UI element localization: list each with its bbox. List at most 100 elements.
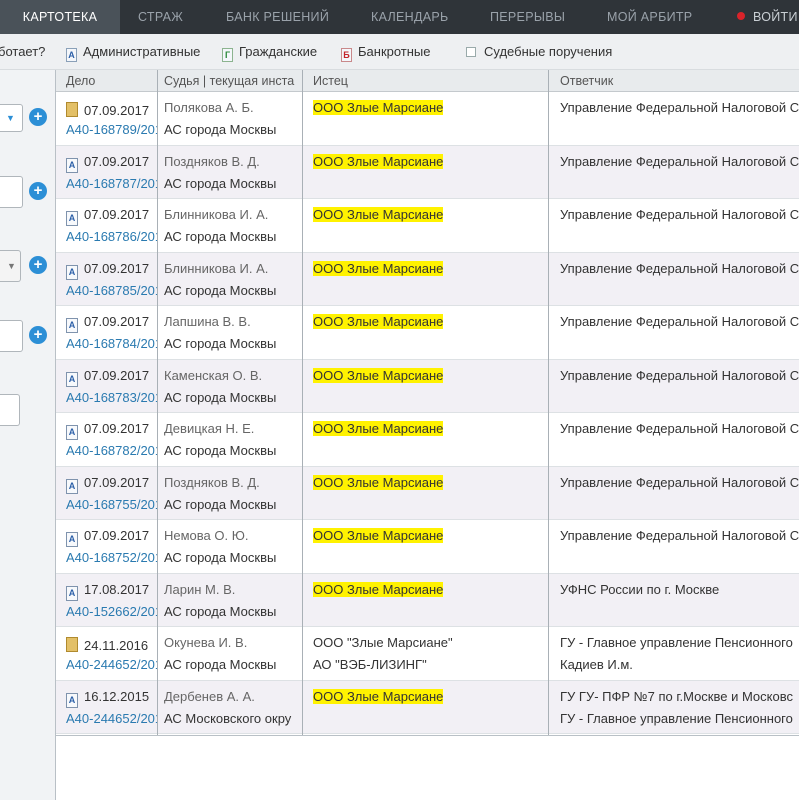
case-cell: 07.09.2017 А40-168789/201 [66, 92, 157, 145]
case-number-link[interactable]: А40-168787/201 [66, 176, 157, 191]
nav-bank-resheniy[interactable]: БАНК РЕШЕНИЙ [226, 0, 329, 34]
case-number-link[interactable]: А40-244652/201 [66, 657, 157, 672]
defendant-name[interactable]: Управление Федеральной Налоговой С [560, 314, 799, 329]
add-case-number-button[interactable]: + [29, 326, 47, 344]
defendant-name[interactable]: Кадиев И.м. [560, 657, 633, 672]
case-number-link[interactable]: А40-168755/201 [66, 497, 157, 512]
table-row[interactable]: А 07.09.2017 А40-168752/201 Немова О. Ю. АС … [56, 520, 799, 574]
filter-bankrupt-label: Банкротные [358, 44, 431, 59]
case-cell: А 07.09.2017 А40-168786/201 [66, 199, 157, 252]
defendant-name[interactable]: Управление Федеральной Налоговой С [560, 421, 799, 436]
plaintiff-name[interactable]: ООО Злые Марсиане [313, 528, 444, 543]
case-number-link[interactable]: А40-152662/201 [66, 604, 157, 619]
how-it-works-link[interactable]: ботает? [0, 34, 45, 70]
judge-name: Дербенев А. А. [164, 688, 255, 704]
column-header-defendant[interactable]: Ответчик [560, 70, 790, 92]
case-number-link[interactable]: А40-168782/201 [66, 443, 157, 458]
plaintiff-name[interactable]: АО "ВЭБ-ЛИЗИНГ" [313, 657, 427, 672]
case-number-link[interactable]: А40-168785/201 [66, 283, 157, 298]
case-number-link[interactable]: А40-168789/201 [66, 122, 157, 137]
plaintiff-name[interactable]: ООО Злые Марсиане [313, 581, 444, 597]
defendant-name[interactable]: ГУ - Главное управление Пенсионного [560, 635, 793, 650]
case-number-link[interactable]: А40-168783/201 [66, 390, 157, 405]
defendant-name[interactable]: Управление Федеральной Налоговой С [560, 475, 799, 490]
date-input[interactable] [0, 394, 20, 426]
nav-moy-arbitr[interactable]: МОЙ АРБИТР [607, 0, 692, 34]
judge-name: Лапшина В. В. [164, 314, 251, 329]
column-header-case[interactable]: Дело [66, 70, 156, 92]
court-name: АС города Москвы [164, 603, 277, 619]
defendant-name[interactable]: ГУ ГУ- ПФР №7 по г.Москве и Московс [560, 689, 793, 704]
judge-input[interactable] [0, 176, 23, 208]
filter-civil[interactable]: Г Гражданские [222, 34, 317, 70]
nav-kartoteka[interactable]: КАРТОТЕКА [0, 0, 120, 34]
defendant-name[interactable]: Управление Федеральной Налоговой С [560, 368, 799, 383]
table-row[interactable]: А 07.09.2017 А40-168784/201 Лапшина В. В. АС… [56, 306, 799, 360]
case-number-link[interactable]: А40-168752/201 [66, 550, 157, 565]
table-row[interactable]: 07.09.2017 А40-168789/201 Полякова А. Б. АС… [56, 92, 799, 146]
nav-strazh[interactable]: СТРАЖ [138, 0, 183, 34]
plaintiff-name[interactable]: ООО "Злые Марсиане" [313, 635, 453, 650]
case-number-link[interactable]: А40-168786/201 [66, 229, 157, 244]
judge-name: Ларин М. В. [164, 581, 236, 597]
defendant-name[interactable]: УФНС России по г. Москве [560, 582, 719, 597]
case-cell: А 07.09.2017 А40-168752/201 [66, 520, 157, 573]
defendant-cell: Управление Федеральной Налоговой С [560, 146, 799, 199]
court-orders-checkbox[interactable] [466, 47, 476, 57]
nav-pereryvy[interactable]: ПЕРЕРЫВЫ [490, 0, 565, 34]
case-number-link[interactable]: А40-244652/201 [66, 711, 157, 726]
nav-kalendar[interactable]: КАЛЕНДАРЬ [371, 0, 449, 34]
case-number-input[interactable] [0, 320, 23, 352]
login-button[interactable]: ВОЙТИ [753, 0, 798, 34]
judge-cell: Каменская О. В. АС города Москвы [164, 360, 302, 413]
column-header-judge[interactable]: Судья | текущая инста [164, 70, 304, 92]
plaintiff-name[interactable]: ООО Злые Марсиане [313, 314, 444, 329]
case-number-link[interactable]: А40-168784/201 [66, 336, 157, 351]
court-name: АС города Москвы [164, 282, 277, 298]
table-row[interactable]: А 07.09.2017 А40-168785/201 Блинникова И. А… [56, 252, 799, 306]
table-row[interactable]: А 17.08.2017 А40-152662/201 Ларин М. В. АС г… [56, 573, 799, 627]
judge-name: Блинникова И. А. [164, 207, 269, 222]
defendant-cell: Управление Федеральной Налоговой С [560, 199, 799, 252]
plaintiff-name[interactable]: ООО Злые Марсиане [313, 367, 444, 383]
court-name: АС города Москвы [164, 389, 277, 405]
table-row[interactable]: А 07.09.2017 А40-168755/201 Поздняков В. Д.… [56, 466, 799, 520]
defendant-name[interactable]: Управление Федеральной Налоговой С [560, 207, 799, 222]
plaintiff-cell: ООО Злые Марсиане [313, 253, 548, 306]
plaintiff-name[interactable]: ООО Злые Марсиане [313, 153, 444, 169]
case-folder-icon [66, 102, 78, 117]
defendant-name[interactable]: Управление Федеральной Налоговой С [560, 261, 799, 276]
case-date: 07.09.2017 [84, 528, 150, 543]
filter-court-orders[interactable]: Судебные поручения [466, 34, 612, 70]
defendant-name[interactable]: Управление Федеральной Налоговой С [560, 528, 799, 543]
table-row[interactable]: А 07.09.2017 А40-168783/201 Каменская О. В.… [56, 359, 799, 413]
plaintiff-name[interactable]: ООО Злые Марсиане [313, 207, 444, 222]
court-name: АС города Москвы [164, 175, 277, 191]
case-folder-icon [66, 637, 78, 652]
court-name: АС города Москвы [164, 550, 277, 565]
plaintiff-name[interactable]: ООО Злые Марсиане [313, 421, 444, 436]
filter-bankrupt[interactable]: Б Банкротные [341, 34, 431, 70]
case-cell: А 07.09.2017 А40-168784/201 [66, 306, 157, 359]
filter-administrative[interactable]: А Административные [66, 34, 200, 70]
plaintiff-name[interactable]: ООО Злые Марсиане [313, 474, 444, 490]
defendant-name[interactable]: Управление Федеральной Налоговой С [560, 154, 799, 169]
table-row[interactable]: А 07.09.2017 А40-168786/201 Блинникова И. А… [56, 199, 799, 253]
defendant-name[interactable]: ГУ - Главное управление Пенсионного [560, 711, 793, 726]
add-judge-button[interactable]: + [29, 182, 47, 200]
plaintiff-name[interactable]: ООО Злые Марсиане [313, 688, 444, 704]
administrative-case-icon: А [66, 478, 78, 494]
administrative-case-icon: А [66, 264, 78, 280]
table-row[interactable]: А 07.09.2017 А40-168782/201 Девицкая Н. Е. А… [56, 413, 799, 467]
plaintiff-name[interactable]: ООО Злые Марсиане [313, 260, 444, 276]
civil-case-icon: Г [222, 48, 233, 62]
column-header-plaintiff[interactable]: Истец [313, 70, 493, 92]
table-row[interactable]: А 16.12.2015 А40-244652/201 Дербенев А. А. А… [56, 680, 799, 734]
add-participant-button[interactable]: + [29, 108, 47, 126]
filter-court-orders-label: Судебные поручения [484, 44, 613, 59]
table-row[interactable]: А 07.09.2017 А40-168787/201 Поздняков В. Д.… [56, 145, 799, 199]
add-court-button[interactable]: + [29, 256, 47, 274]
defendant-name[interactable]: Управление Федеральной Налоговой С [560, 100, 799, 115]
plaintiff-name[interactable]: ООО Злые Марсиане [313, 100, 444, 115]
table-row[interactable]: 24.11.2016 А40-244652/201 Окунева И. В. АС … [56, 627, 799, 681]
